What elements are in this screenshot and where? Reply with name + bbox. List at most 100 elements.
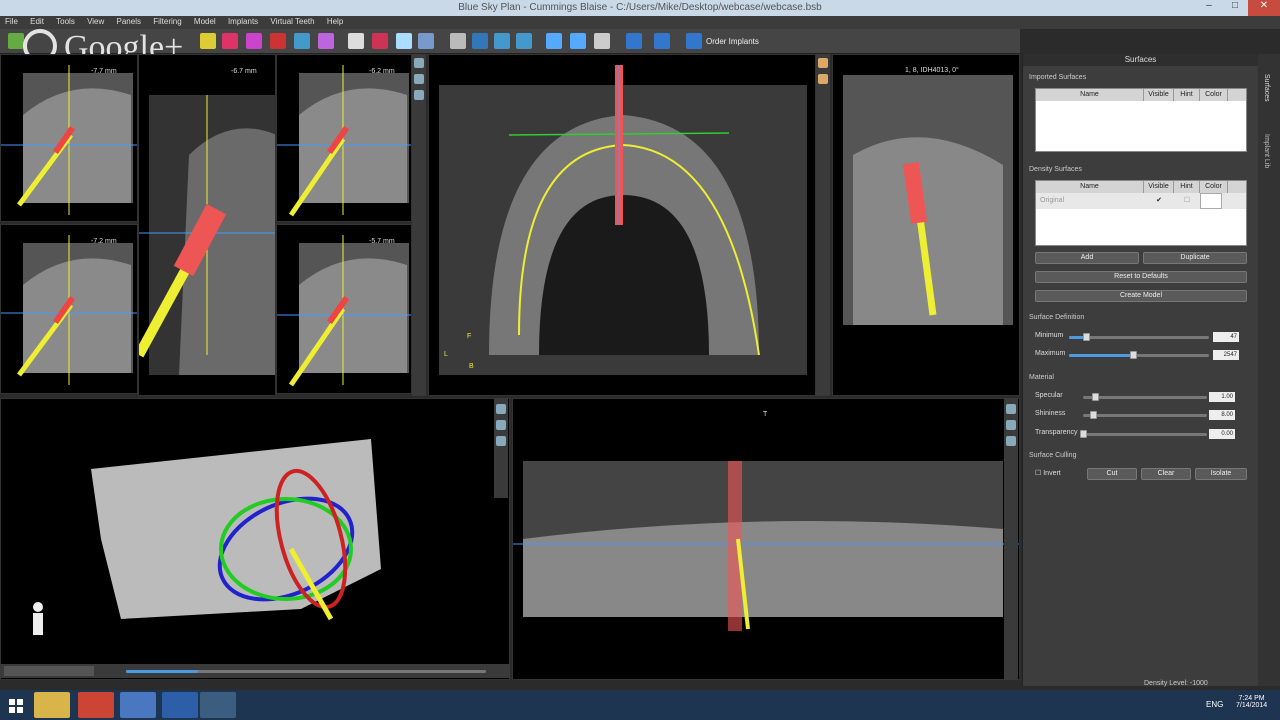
start-button-icon[interactable]: [6, 692, 26, 718]
table-row[interactable]: Original ✔ ☐: [1036, 193, 1246, 209]
minimum-input[interactable]: 47: [1213, 332, 1239, 342]
shininess-input[interactable]: 8.00: [1209, 410, 1235, 420]
invert-checkbox[interactable]: ☐ Invert: [1035, 469, 1061, 477]
tab-implant-lib[interactable]: Implant Lib: [1263, 134, 1270, 168]
create-model-button[interactable]: Create Model: [1035, 290, 1247, 302]
tooth-lib-icon[interactable]: [396, 33, 412, 49]
density-icon[interactable]: [594, 33, 610, 49]
3d-sidebar: [494, 398, 508, 498]
measure-angle-icon[interactable]: [546, 33, 562, 49]
pan-icon[interactable]: [516, 33, 532, 49]
visible-checkbox[interactable]: ✔: [1144, 193, 1174, 209]
shininess-slider[interactable]: [1083, 414, 1207, 417]
cut-button[interactable]: Cut: [1087, 468, 1137, 480]
specular-slider-knob[interactable]: [1092, 393, 1100, 401]
col-color[interactable]: Color: [1200, 181, 1228, 193]
view-options-icon[interactable]: [414, 74, 424, 84]
density-surfaces-table[interactable]: Name Visible Hint Color Original ✔ ☐: [1035, 180, 1247, 246]
cart-icon[interactable]: [686, 33, 702, 49]
col-name[interactable]: Name: [1036, 181, 1144, 193]
zoom-icon[interactable]: [494, 33, 510, 49]
transparency-slider[interactable]: [1083, 433, 1207, 436]
duplicate-button[interactable]: Duplicate: [1143, 252, 1247, 264]
menu-virtual-teeth[interactable]: Virtual Teeth: [265, 16, 319, 27]
view-options-icon[interactable]: [414, 58, 424, 68]
maximum-slider-knob[interactable]: [1130, 351, 1138, 359]
chrome-icon[interactable]: [78, 692, 114, 718]
imported-surfaces-table[interactable]: Name Visible Hint Color: [1035, 88, 1247, 152]
cross-section-pane-main[interactable]: -6.7 mm: [138, 54, 276, 396]
tab-surfaces[interactable]: Surfaces: [1263, 74, 1270, 102]
draw-curve-icon[interactable]: [246, 33, 262, 49]
cross-section-sidebar: [412, 54, 426, 396]
implant-icon[interactable]: [294, 33, 310, 49]
view-select[interactable]: [4, 666, 94, 676]
word-icon[interactable]: [162, 692, 198, 718]
maximize-button[interactable]: □: [1222, 0, 1248, 16]
order-implants-link[interactable]: Order Implants: [706, 37, 759, 46]
transparency-input[interactable]: 0.00: [1209, 429, 1235, 439]
close-button[interactable]: ✕: [1248, 0, 1280, 16]
tangential-label: 1, 8, IDH4013, 0°: [905, 67, 959, 74]
col-visible[interactable]: Visible: [1144, 181, 1174, 193]
view-options-icon[interactable]: [496, 404, 506, 414]
curve-tool-icon[interactable]: [372, 33, 388, 49]
col-visible[interactable]: Visible: [1144, 89, 1174, 101]
cross-section-pane-3[interactable]: -6.2 mm: [276, 54, 412, 222]
minimize-button[interactable]: –: [1196, 0, 1222, 16]
specular-slider[interactable]: [1083, 396, 1207, 399]
cross-section-pane-5[interactable]: -5.7 mm: [276, 224, 412, 394]
nerve-icon[interactable]: [270, 33, 286, 49]
minimum-slider-knob[interactable]: [1082, 333, 1090, 341]
maximum-input[interactable]: 2547: [1213, 350, 1239, 360]
view-options-icon[interactable]: [496, 436, 506, 446]
surface-culling-label: Surface Culling: [1029, 452, 1077, 459]
tangential-view-pane[interactable]: 1, 8, IDH4013, 0°: [832, 54, 1020, 396]
menu-help[interactable]: Help: [322, 16, 348, 27]
panoramic-view-pane[interactable]: T: [512, 398, 1020, 680]
color-swatch[interactable]: [1200, 193, 1222, 209]
view-options-icon[interactable]: [1006, 404, 1016, 414]
clear-button[interactable]: Clear: [1141, 468, 1191, 480]
hint-checkbox[interactable]: ☐: [1174, 193, 1200, 209]
rotate-icon[interactable]: [472, 33, 488, 49]
shininess-label: Shininess: [1035, 410, 1066, 417]
axial-view-pane[interactable]: F L B: [428, 54, 816, 396]
add-button[interactable]: Add: [1035, 252, 1139, 264]
col-hint[interactable]: Hint: [1174, 89, 1200, 101]
view-options-icon[interactable]: [414, 90, 424, 100]
cross-section-pane-4[interactable]: -7.2 mm: [0, 224, 138, 394]
layout-icon[interactable]: [654, 33, 670, 49]
view-options-icon[interactable]: [496, 420, 506, 430]
sleeve-icon[interactable]: [318, 33, 334, 49]
right-tab-strip: Surfaces Implant Lib: [1258, 54, 1280, 686]
blue-sky-plan-icon[interactable]: [200, 692, 236, 718]
isolate-button[interactable]: Isolate: [1195, 468, 1247, 480]
measure-length-icon[interactable]: [570, 33, 586, 49]
col-name[interactable]: Name: [1036, 89, 1144, 101]
menu-file[interactable]: File: [0, 16, 23, 27]
language-indicator[interactable]: ENG: [1206, 700, 1223, 709]
3d-view-pane[interactable]: [0, 398, 510, 680]
view-options-icon[interactable]: [818, 74, 828, 84]
row-name: Original: [1040, 197, 1065, 204]
view-options-icon[interactable]: [1006, 420, 1016, 430]
cross-section-pane-1[interactable]: -7.7 mm: [0, 54, 138, 222]
clock[interactable]: 7:24 PM 7/14/2014: [1236, 695, 1267, 709]
view-options-icon[interactable]: [818, 58, 828, 68]
reset-view-icon[interactable]: [626, 33, 642, 49]
col-hint[interactable]: Hint: [1174, 181, 1200, 193]
file-explorer-icon[interactable]: [34, 692, 70, 718]
view-options-icon[interactable]: [1006, 436, 1016, 446]
reset-defaults-button[interactable]: Reset to Defaults: [1035, 271, 1247, 283]
window-level-icon[interactable]: [450, 33, 466, 49]
cross-depth-label-4: -7.2 mm: [91, 238, 117, 245]
ruler-icon[interactable]: [348, 33, 364, 49]
transparency-slider-knob[interactable]: [1080, 430, 1087, 438]
minimum-slider[interactable]: [1069, 336, 1209, 339]
app-icon[interactable]: [120, 692, 156, 718]
col-color[interactable]: Color: [1200, 89, 1228, 101]
shininess-slider-knob[interactable]: [1089, 411, 1097, 419]
specular-input[interactable]: 1.00: [1209, 392, 1235, 402]
teeth-icon[interactable]: [418, 33, 434, 49]
